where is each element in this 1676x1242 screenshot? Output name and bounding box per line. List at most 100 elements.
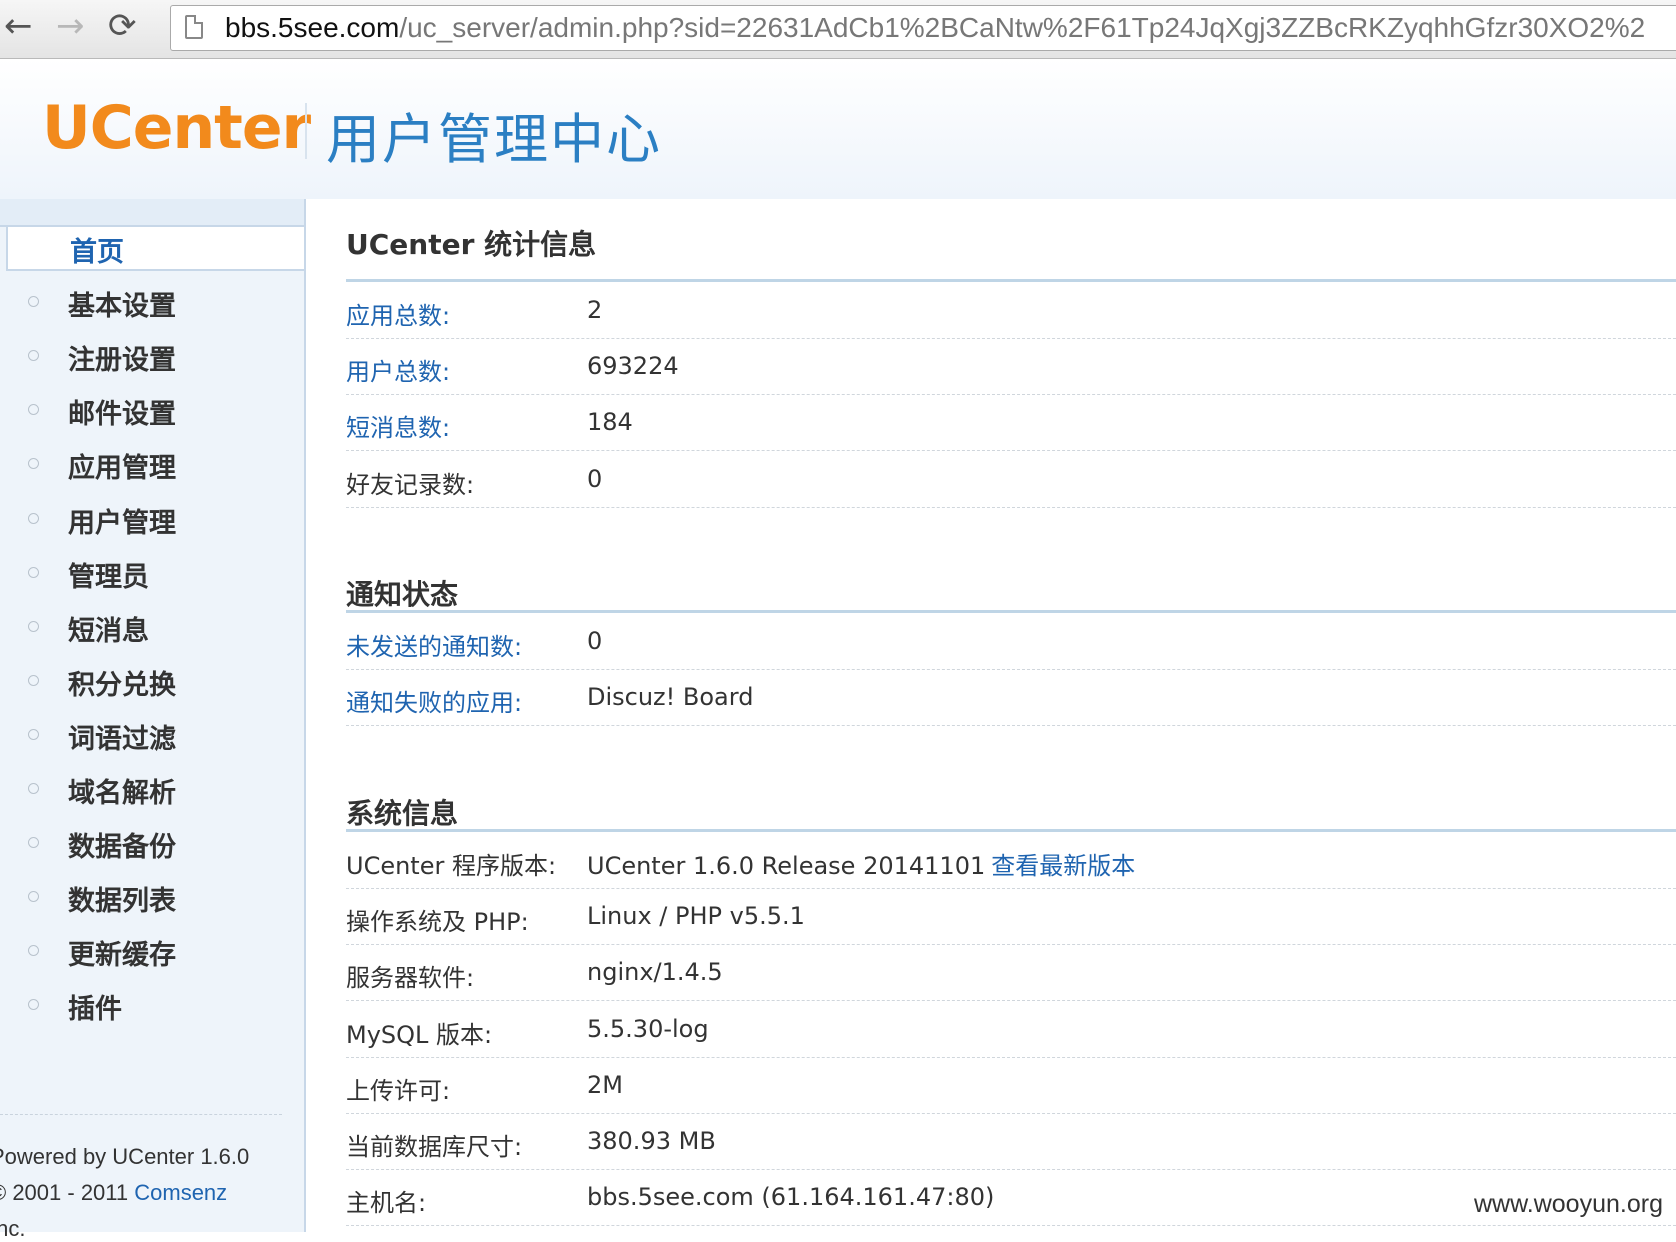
bullet-circle-icon [28, 512, 39, 524]
row-key[interactable]: 应用总数: [346, 296, 450, 331]
table-row: 通知失败的应用: Discuz! Board [346, 669, 1676, 727]
sidebar-item[interactable]: 数据列表 [6, 874, 304, 920]
sidebar-item-label: 词语过滤 [68, 723, 176, 755]
table-row: 用户总数: 693224 [346, 338, 1676, 396]
sidebar-item[interactable]: 词语过滤 [6, 712, 304, 758]
row-value: 184 [587, 408, 633, 436]
sidebar-item[interactable]: 数据备份 [6, 820, 304, 866]
table-row: 短消息数: 184 [346, 394, 1676, 452]
row-value: nginx/1.4.5 [587, 958, 723, 986]
notify-section-title: 通知状态 [346, 578, 459, 611]
table-row: MySQL 版本: 5.5.30-log [346, 1001, 1676, 1058]
sidebar-item[interactable]: 管理员 [6, 550, 304, 596]
url-text[interactable]: bbs.5see.com/uc_server/admin.php?sid=226… [225, 12, 1645, 44]
bullet-circle-icon [28, 837, 39, 849]
row-value: Linux / PHP v5.5.1 [587, 902, 805, 930]
table-row: 服务器软件: nginx/1.4.5 [346, 944, 1676, 1002]
sidebar-item-label: 基本设置 [68, 291, 176, 323]
watermark-text: www.wooyun.org [1474, 1190, 1663, 1218]
bullet-circle-icon [28, 566, 39, 578]
comsenz-link[interactable]: Comsenz [134, 1180, 227, 1205]
row-value: UCenter 1.6.0 Release 20141101 查看最新版本 [587, 846, 1135, 881]
row-key[interactable]: 用户总数: [346, 352, 450, 387]
row-key[interactable]: 通知失败的应用: [346, 683, 522, 718]
row-key[interactable]: 短消息数: [346, 408, 450, 443]
system-section-title: 系统信息 [346, 797, 459, 830]
row-key: 好友记录数: [346, 470, 475, 499]
bullet-circle-icon [28, 296, 39, 308]
sidebar-item[interactable]: 邮件设置 [6, 387, 304, 433]
table-row: UCenter 程序版本: UCenter 1.6.0 Release 20141… [346, 832, 1676, 889]
forward-arrow-icon[interactable]: → [56, 4, 85, 48]
row-key: 服务器软件: [346, 964, 475, 993]
bullet-circle-icon [28, 728, 39, 740]
sidebar-item-label: 注册设置 [68, 345, 176, 377]
sidebar-item[interactable]: 域名解析 [6, 766, 304, 812]
sidebar-item-label: 域名解析 [68, 778, 176, 809]
row-value: 0 [587, 627, 602, 655]
sidebar-item-label: 管理员 [68, 561, 149, 593]
row-value-text: 2M [587, 1070, 623, 1099]
row-value-text: Linux / PHP v5.5.1 [587, 902, 805, 931]
row-value-text: 0 [587, 464, 603, 493]
row-value: 0 [587, 465, 602, 493]
main-content: UCenter 统计信息 应用总数: 2 用户总数: 693224 短消息数: 184 好友… [346, 199, 1676, 1232]
footer-inc: Inc. [0, 1216, 26, 1241]
sidebar-item[interactable]: 应用管理 [6, 441, 304, 487]
back-arrow-icon[interactable]: ← [4, 4, 33, 48]
sidebar-item-label: 数据列表 [68, 886, 176, 918]
check-latest-version-link[interactable]: 查看最新版本 [991, 852, 1135, 880]
row-key: 操作系统及 PHP: [346, 908, 529, 937]
sidebar-item[interactable]: 更新缓存 [6, 928, 304, 974]
sidebar-item-label: 数据备份 [68, 832, 176, 864]
ucenter-logo: UCenter [42, 93, 311, 163]
footer-powered: Powered by UCenter 1.6.0 [0, 1144, 250, 1169]
sidebar-divider [0, 1114, 282, 1115]
row-key[interactable]: 未发送的通知数: [346, 627, 522, 662]
row-value-text: 693224 [587, 352, 679, 381]
url-host: bbs.5see.com [225, 12, 400, 43]
sidebar-item[interactable]: 积分兑换 [6, 658, 304, 704]
row-value-text: nginx/1.4.5 [587, 958, 723, 987]
sidebar-item-label: 邮件设置 [68, 399, 176, 431]
bullet-circle-icon [28, 999, 39, 1011]
row-value: 2 [587, 296, 602, 324]
sidebar-top-bar [0, 199, 304, 227]
row-value-text: 380.93 MB [587, 1127, 716, 1155]
footer-copyright-years: © 2001 - 2011 [0, 1180, 129, 1205]
bullet-circle-icon [28, 783, 39, 794]
address-bar[interactable]: bbs.5see.com/uc_server/admin.php?sid=226… [170, 5, 1676, 51]
row-value-text: 184 [587, 408, 633, 437]
sidebar: 首页基本设置注册设置邮件设置应用管理用户管理管理员短消息积分兑换词语过滤域名解析… [0, 199, 306, 1241]
url-path: /uc_server/admin.php?sid=22631AdCb1%2BCa… [399, 12, 1646, 43]
table-row: 当前数据库尺寸: 380.93 MB [346, 1113, 1676, 1170]
row-value-text: UCenter 1.6.0 Release 20141101 [587, 852, 986, 880]
row-key: 上传许可: [346, 1076, 451, 1105]
row-value-text: 0 [587, 627, 603, 655]
table-row: 上传许可: 2M [346, 1057, 1676, 1114]
reload-icon[interactable]: ⟳ [108, 4, 137, 48]
sidebar-item[interactable]: 用户管理 [6, 496, 304, 542]
app-header: UCenter 用户管理中心 [0, 59, 1676, 199]
row-value-text: 5.5.30-log [587, 1014, 709, 1043]
bullet-circle-icon [28, 891, 39, 903]
table-row: 操作系统及 PHP: Linux / PHP v5.5.1 [346, 888, 1676, 946]
sidebar-item[interactable]: 基本设置 [6, 279, 304, 325]
footer-copyright: © 2001 - 2011 Comsenz [0, 1180, 227, 1206]
row-value-text: 2 [587, 296, 603, 324]
stats-section-title: UCenter 统计信息 [346, 228, 597, 261]
sidebar-item[interactable]: 首页 [6, 225, 304, 271]
bullet-circle-icon [28, 404, 39, 416]
row-value-text: bbs.5see.com (61.164.161.47:80) [587, 1183, 995, 1212]
sidebar-item-label: 更新缓存 [68, 940, 176, 972]
sidebar-item-label: 插件 [68, 994, 122, 1026]
sidebar-item-label: 首页 [70, 237, 124, 268]
row-value: 380.93 MB [587, 1127, 716, 1155]
row-value-text: Discuz! Board [587, 683, 754, 712]
sidebar-item[interactable]: 注册设置 [6, 333, 304, 379]
sidebar-item[interactable]: 插件 [6, 982, 304, 1028]
row-value: Discuz! Board [587, 683, 753, 711]
bullet-circle-icon [28, 458, 39, 470]
header-divider [305, 103, 307, 159]
sidebar-item[interactable]: 短消息 [6, 604, 304, 650]
